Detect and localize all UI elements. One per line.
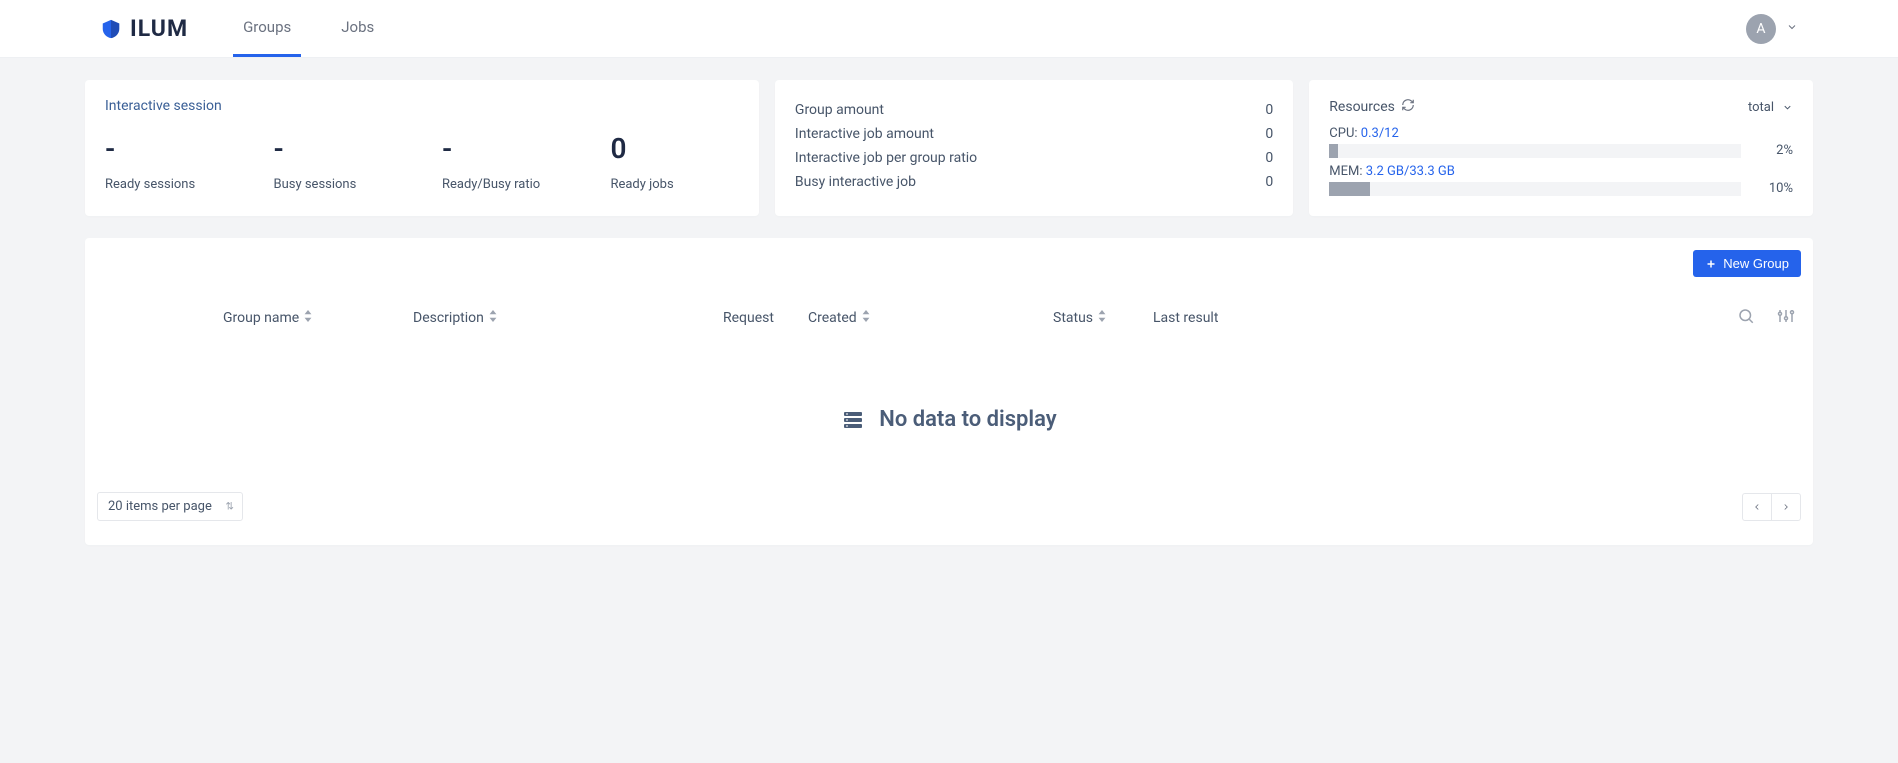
interactive-ratio-value: 0 — [1265, 150, 1273, 166]
th-description[interactable]: Description — [413, 310, 723, 326]
header-user-area: A — [1746, 14, 1798, 44]
busy-sessions-value: - — [273, 132, 401, 165]
th-request-label: Request — [723, 310, 774, 326]
nav-tabs: Groups Jobs — [233, 0, 384, 57]
app-logo[interactable]: ILUM — [100, 15, 188, 42]
cpu-label: CPU: — [1329, 126, 1357, 141]
new-group-button[interactable]: New Group — [1693, 250, 1801, 277]
group-amount-row: Group amount 0 — [795, 98, 1273, 122]
ready-jobs-label: Ready jobs — [610, 177, 738, 192]
new-group-label: New Group — [1723, 256, 1789, 271]
busy-interactive-row: Busy interactive job 0 — [795, 170, 1273, 194]
table-footer: 20 items per page — [85, 492, 1813, 521]
th-status-label: Status — [1053, 310, 1093, 326]
mem-bar-row: 10% — [1329, 181, 1793, 196]
empty-state: No data to display — [85, 347, 1813, 492]
nav-tab-jobs[interactable]: Jobs — [331, 0, 384, 57]
sort-icon — [861, 310, 871, 326]
group-amount-label: Group amount — [795, 102, 884, 118]
busy-sessions-metric: - Busy sessions — [273, 132, 401, 192]
search-icon[interactable] — [1737, 307, 1755, 329]
prev-page-button[interactable] — [1742, 493, 1772, 521]
interactive-ratio-row: Interactive job per group ratio 0 — [795, 146, 1273, 170]
cpu-bar-fill — [1329, 144, 1337, 158]
interactive-ratio-label: Interactive job per group ratio — [795, 150, 977, 166]
mem-bar-fill — [1329, 182, 1370, 196]
mem-percent: 10% — [1757, 181, 1793, 196]
cpu-percent: 2% — [1757, 143, 1793, 158]
busy-interactive-value: 0 — [1265, 174, 1273, 190]
interactive-session-card: Interactive session - Ready sessions - B… — [85, 80, 759, 216]
interactive-amount-value: 0 — [1265, 126, 1273, 142]
ready-sessions-value: - — [105, 132, 233, 165]
nav-tab-groups[interactable]: Groups — [233, 0, 301, 57]
chevron-right-icon — [1781, 502, 1791, 512]
cpu-value: 0.3/12 — [1361, 126, 1399, 141]
th-last-result[interactable]: Last result — [1153, 310, 1293, 326]
sort-icon — [303, 310, 313, 326]
ready-busy-ratio-label: Ready/Busy ratio — [442, 177, 570, 192]
resources-scope-select[interactable]: total — [1748, 100, 1793, 115]
resources-card: Resources total CPU: 0.3/12 2% — [1309, 80, 1813, 216]
brand-name: ILUM — [130, 15, 188, 42]
resources-title: Resources — [1329, 99, 1395, 115]
ready-sessions-label: Ready sessions — [105, 177, 233, 192]
interactive-amount-label: Interactive job amount — [795, 126, 934, 142]
cpu-label-row: CPU: 0.3/12 — [1329, 126, 1793, 141]
th-group-name-label: Group name — [223, 310, 299, 326]
groups-table-panel: New Group Group name Description Request… — [85, 238, 1813, 545]
chevron-down-icon[interactable] — [1786, 21, 1798, 37]
cpu-bar — [1329, 144, 1741, 158]
cpu-bar-row: 2% — [1329, 143, 1793, 158]
ready-jobs-metric: 0 Ready jobs — [610, 132, 738, 192]
interactive-amount-row: Interactive job amount 0 — [795, 122, 1273, 146]
mem-value: 3.2 GB/33.3 GB — [1366, 164, 1455, 179]
mem-label: MEM: — [1329, 164, 1362, 179]
ready-busy-ratio-value: - — [442, 132, 570, 165]
ready-busy-ratio-metric: - Ready/Busy ratio — [442, 132, 570, 192]
th-created-label: Created — [808, 310, 857, 326]
th-request[interactable]: Request — [723, 310, 798, 326]
next-page-button[interactable] — [1771, 493, 1801, 521]
items-per-page-label: 20 items per page — [108, 499, 212, 514]
app-header: ILUM Groups Jobs A — [0, 0, 1898, 58]
mem-bar — [1329, 182, 1741, 196]
th-group-name[interactable]: Group name — [223, 310, 413, 326]
sort-icon — [1097, 310, 1107, 326]
avatar[interactable]: A — [1746, 14, 1776, 44]
busy-interactive-label: Busy interactive job — [795, 174, 916, 190]
sort-icon — [488, 310, 498, 326]
group-metrics-card: Group amount 0 Interactive job amount 0 … — [775, 80, 1293, 216]
pager — [1742, 493, 1801, 521]
chevron-down-icon — [1782, 102, 1793, 113]
group-amount-value: 0 — [1265, 102, 1273, 118]
chevron-left-icon — [1752, 502, 1762, 512]
plus-icon — [1705, 258, 1717, 270]
ready-jobs-value: 0 — [610, 132, 738, 165]
session-card-title: Interactive session — [105, 98, 739, 114]
items-per-page-select[interactable]: 20 items per page — [97, 492, 243, 521]
server-icon — [841, 408, 865, 432]
refresh-icon[interactable] — [1401, 98, 1415, 116]
th-description-label: Description — [413, 310, 484, 326]
shield-logo-icon — [100, 18, 122, 40]
th-status[interactable]: Status — [1053, 310, 1153, 326]
busy-sessions-label: Busy sessions — [273, 177, 401, 192]
mem-label-row: MEM: 3.2 GB/33.3 GB — [1329, 164, 1793, 179]
ready-sessions-metric: - Ready sessions — [105, 132, 233, 192]
th-created[interactable]: Created — [808, 310, 898, 326]
settings-sliders-icon[interactable] — [1777, 307, 1795, 329]
page-content: Interactive session - Ready sessions - B… — [0, 58, 1898, 567]
empty-state-text: No data to display — [879, 407, 1056, 432]
table-header: Group name Description Request Created — [85, 289, 1813, 347]
summary-cards-row: Interactive session - Ready sessions - B… — [85, 80, 1813, 216]
resources-scope-label: total — [1748, 100, 1774, 115]
th-last-result-label: Last result — [1153, 310, 1218, 326]
